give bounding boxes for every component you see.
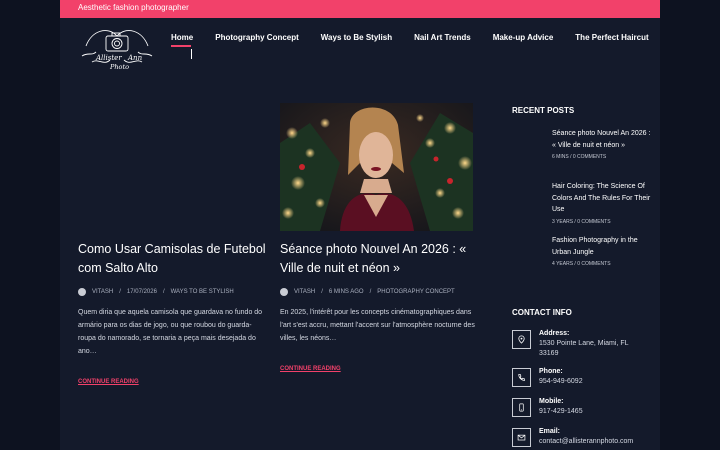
map-pin-icon: [512, 330, 531, 349]
contact-phone: Phone: 954-949-6092: [512, 368, 662, 398]
post-category[interactable]: PHOTOGRAPHY CONCEPT: [377, 289, 454, 295]
nav-perfect-haircut[interactable]: The Perfect Haircut: [575, 33, 648, 42]
contact-email: Email: contact@allisterannphoto.com: [512, 428, 662, 450]
post-date: 17/07/2026: [126, 289, 157, 295]
post-author[interactable]: VITASH: [92, 289, 113, 295]
post-title[interactable]: Séance photo Nouvel An 2026 : « Ville de…: [280, 240, 475, 278]
mobile-icon: [512, 398, 531, 417]
author-avatar: [280, 288, 288, 296]
phone-icon: [512, 368, 531, 387]
post-featured-image[interactable]: [280, 103, 473, 231]
post-title[interactable]: Como Usar Camisolas de Futebol com Salto…: [78, 240, 268, 278]
continue-reading-link[interactable]: CONTINUE READING: [78, 379, 139, 385]
post-category[interactable]: WAYS TO BE STYLISH: [171, 289, 234, 295]
recent-post-meta: 3 YEARS / 0 COMMENTS: [552, 218, 611, 225]
post-meta: VITASH / 17/07/2026 / WAYS TO BE STYLISH: [78, 288, 268, 296]
svg-text:Photo: Photo: [109, 63, 129, 71]
post-excerpt: Quem diria que aquela camisola que guard…: [78, 309, 263, 355]
main-nav: Home Photography Concept Ways to Be Styl…: [171, 33, 671, 47]
nav-home[interactable]: Home: [171, 33, 193, 47]
nav-makeup-advice[interactable]: Make-up Advice: [493, 33, 554, 42]
post-card: Como Usar Camisolas de Futebol com Salto…: [78, 240, 268, 388]
mail-icon: [512, 428, 531, 447]
recent-post-title[interactable]: Fashion Photography in the Urban Jungle: [552, 235, 652, 258]
recent-posts-heading: RECENT POSTS: [512, 106, 575, 115]
recent-post-title[interactable]: Séance photo Nouvel An 2026 : « Ville de…: [552, 128, 652, 151]
recent-post-meta: 6 MINS / 0 COMMENTS: [552, 154, 607, 160]
svg-text:Ann: Ann: [127, 54, 143, 62]
recent-post-meta: 4 YEARS / 0 COMMENTS: [552, 261, 611, 267]
camera-logo-icon: Allister Ann Photo: [81, 30, 153, 71]
continue-reading-link[interactable]: CONTINUE READING: [280, 366, 341, 372]
svg-text:Allister: Allister: [95, 54, 122, 62]
contact-mobile: Mobile: 917-429-1465: [512, 398, 662, 428]
recent-post-item[interactable]: Séance photo Nouvel An 2026 : « Ville de…: [552, 128, 652, 160]
nav-nail-art-trends[interactable]: Nail Art Trends: [414, 33, 471, 42]
post-date: 6 MINS AGO: [328, 289, 364, 295]
recent-post-item[interactable]: Hair Coloring: The Science Of Colors And…: [552, 181, 652, 225]
post-card: Séance photo Nouvel An 2026 : « Ville de…: [280, 240, 475, 375]
site-logo[interactable]: Allister Ann Photo: [78, 22, 156, 74]
recent-post-item[interactable]: Fashion Photography in the Urban Jungle …: [552, 235, 652, 267]
recent-post-title[interactable]: Hair Coloring: The Science Of Colors And…: [552, 181, 652, 216]
post-excerpt: En 2025, l'intérêt pour les concepts cin…: [280, 309, 475, 342]
email-address[interactable]: contact@allisterannphoto.com: [539, 437, 649, 447]
mobile-number[interactable]: 917-429-1465: [539, 407, 649, 417]
top-bar: Aesthetic fashion photographer: [60, 0, 660, 18]
author-avatar: [78, 288, 86, 296]
post-meta: VITASH / 6 MINS AGO / PHOTOGRAPHY CONCEP…: [280, 288, 475, 296]
main-content: Como Usar Camisolas de Futebol com Salto…: [60, 74, 660, 450]
post-author[interactable]: VITASH: [294, 289, 315, 295]
site-tagline: Aesthetic fashion photographer: [78, 3, 189, 12]
text-cursor: [191, 49, 192, 59]
contact-address: Address: 1530 Pointe Lane, Miami, FL 331…: [512, 330, 662, 360]
nav-ways-to-be-stylish[interactable]: Ways to Be Stylish: [321, 33, 392, 42]
phone-number[interactable]: 954-949-6092: [539, 377, 649, 387]
site-header: Allister Ann Photo Home Photography Conc…: [60, 18, 660, 74]
nav-photography-concept[interactable]: Photography Concept: [215, 33, 299, 42]
contact-info-heading: CONTACT INFO: [512, 308, 572, 317]
